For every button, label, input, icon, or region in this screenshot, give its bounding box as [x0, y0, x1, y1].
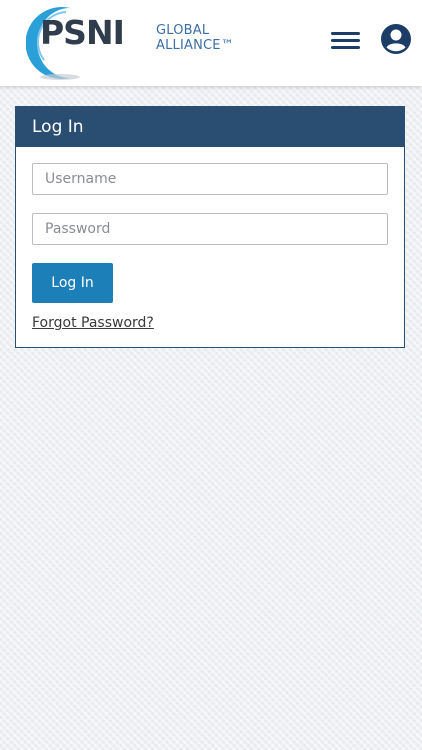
user-account-icon[interactable]	[380, 23, 412, 55]
password-input[interactable]	[32, 213, 388, 245]
menu-bar-top	[331, 32, 360, 35]
login-card-title: Log In	[16, 107, 404, 147]
logo-brand-text: PSNI	[40, 13, 125, 52]
user-avatar-svg	[381, 24, 411, 54]
menu-bar-bottom	[331, 46, 360, 49]
logo-alliance-text: ALLIANCE™	[156, 38, 234, 53]
menu-bar-middle	[331, 39, 360, 42]
login-card: Log In Log In Forgot Password?	[15, 106, 405, 348]
forgot-password-link[interactable]: Forgot Password?	[32, 315, 154, 331]
top-header: PSNI GLOBAL ALLIANCE™	[0, 0, 422, 86]
psni-logo[interactable]: PSNI GLOBAL ALLIANCE™	[26, 4, 238, 82]
login-button[interactable]: Log In	[32, 263, 113, 303]
logo-global-text: GLOBAL	[156, 23, 210, 38]
username-input[interactable]	[32, 163, 388, 195]
hamburger-menu-icon[interactable]	[331, 30, 361, 50]
